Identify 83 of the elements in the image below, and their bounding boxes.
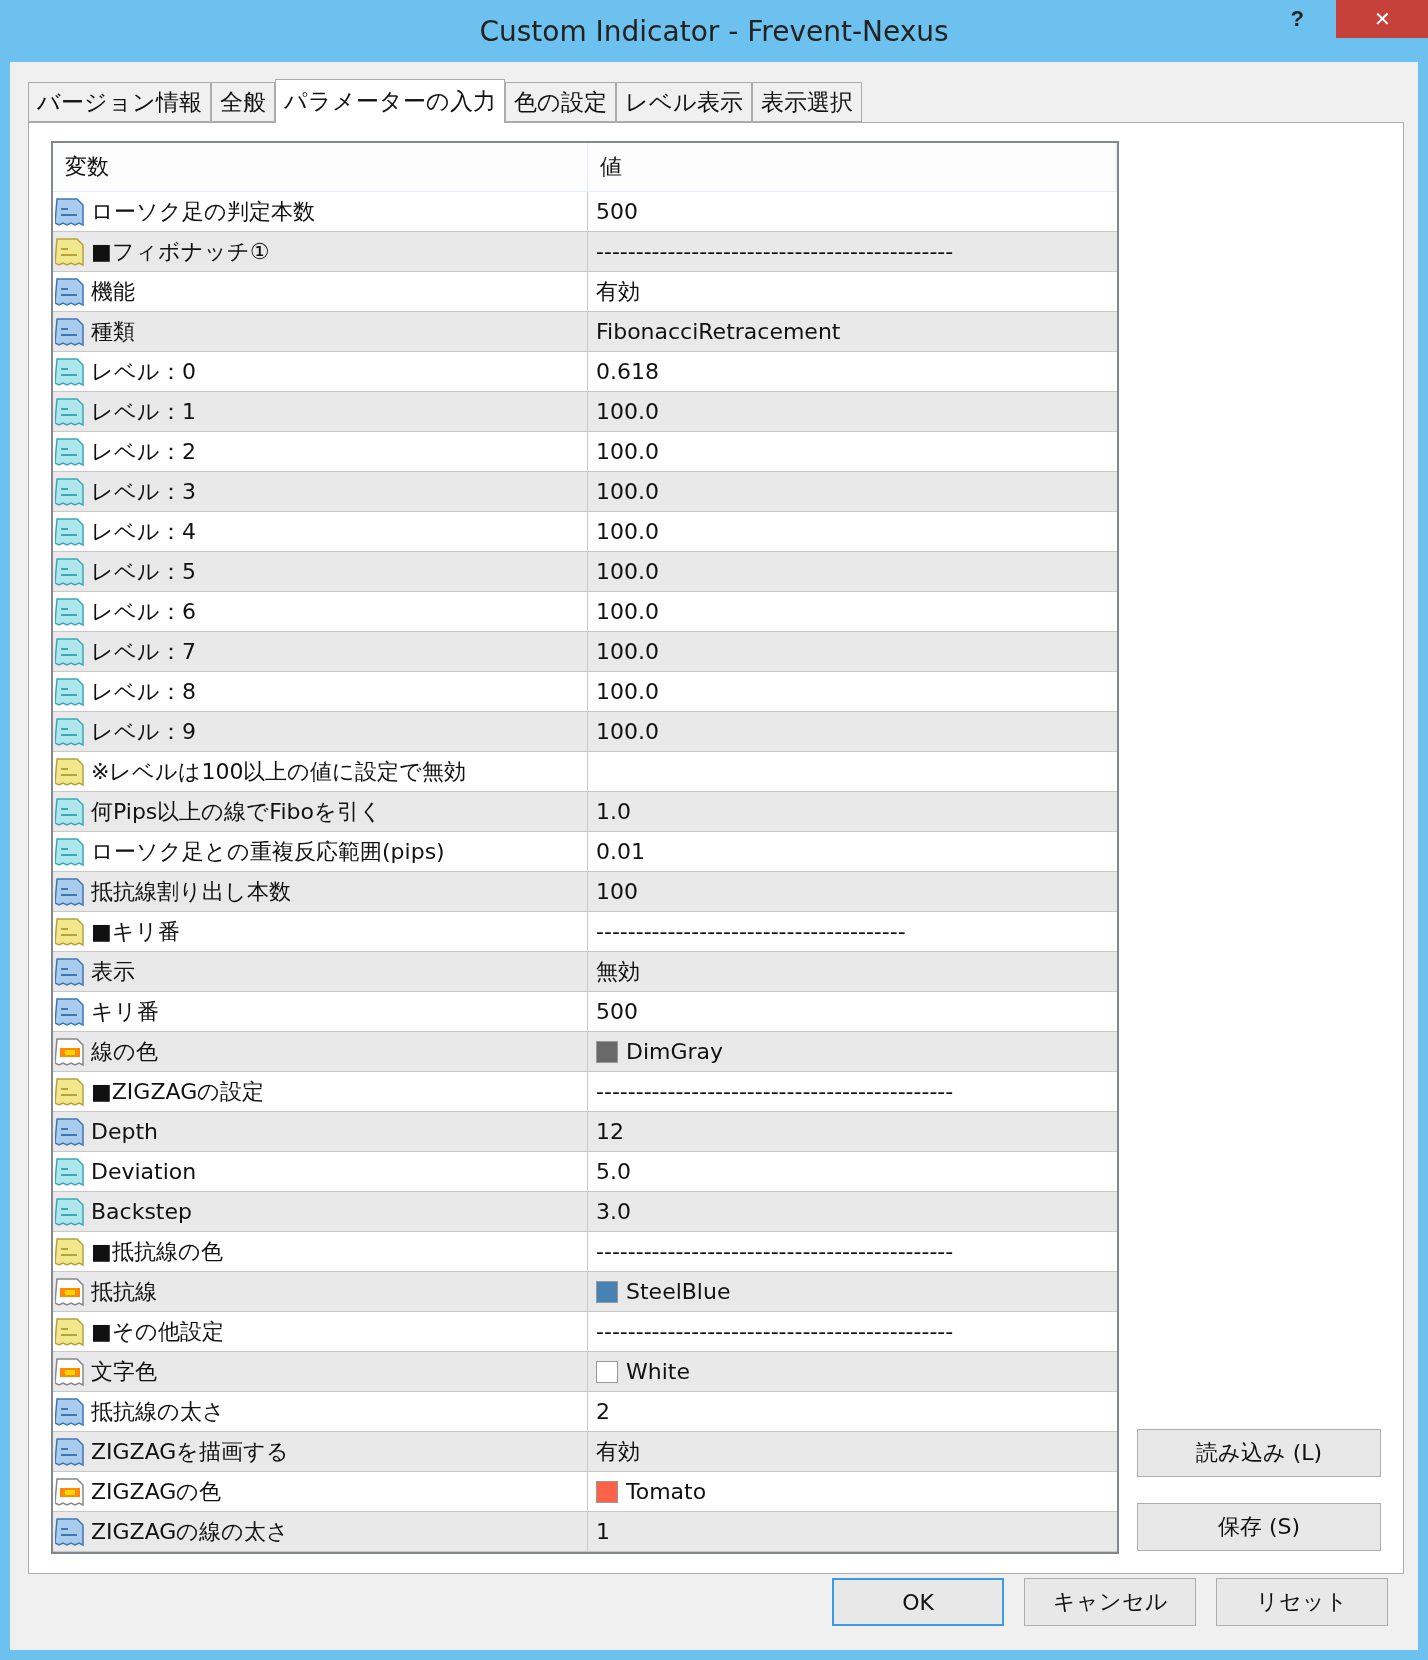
parameter-value[interactable]: FibonacciRetracement — [596, 319, 841, 344]
parameter-value[interactable]: SteelBlue — [626, 1279, 731, 1304]
parameter-name: ■フィボナッチ① — [91, 237, 270, 266]
parameter-value[interactable]: 12 — [596, 1119, 624, 1144]
parameter-value[interactable]: 500 — [596, 199, 638, 224]
parameter-name: レベル：2 — [91, 437, 196, 466]
parameter-value[interactable]: 0.618 — [596, 359, 659, 384]
tab[interactable]: パラメーターの入力 — [275, 79, 505, 123]
parameter-value[interactable]: --------------------------------------------- — [596, 239, 954, 264]
load-button[interactable]: 読み込み (L) — [1137, 1429, 1381, 1477]
parameter-value[interactable]: 100 — [596, 879, 638, 904]
parameter-name: 文字色 — [91, 1357, 157, 1386]
parameter-value[interactable]: 100.0 — [596, 599, 659, 624]
window-title: Custom Indicator - Frevent-Nexus — [479, 14, 949, 48]
parameter-name: レベル：3 — [91, 477, 196, 506]
dialog-button[interactable]: OK — [832, 1578, 1004, 1626]
parameter-value[interactable]: Tomato — [626, 1479, 707, 1504]
help-button[interactable]: ? — [1284, 6, 1310, 32]
parameter-name: 抵抗線 — [91, 1277, 157, 1306]
parameter-name: ■抵抗線の色 — [91, 1237, 223, 1266]
parameter-value[interactable]: 100.0 — [596, 639, 659, 664]
parameter-value[interactable]: 100.0 — [596, 559, 659, 584]
parameter-value[interactable]: 100.0 — [596, 439, 659, 464]
parameter-value[interactable]: 100.0 — [596, 399, 659, 424]
parameter-value[interactable]: --------------------------------------- — [596, 919, 906, 944]
parameter-name: ■ZIGZAGの設定 — [91, 1077, 265, 1106]
column-header[interactable]: 値 — [588, 143, 1117, 191]
parameter-name: Backstep — [91, 1199, 192, 1224]
parameter-value[interactable]: --------------------------------------------- — [596, 1079, 954, 1104]
parameter-value[interactable]: 1 — [596, 1519, 610, 1544]
parameter-value[interactable]: 3.0 — [596, 1199, 631, 1224]
parameter-name: ■キリ番 — [91, 917, 180, 946]
parameter-value[interactable]: 500 — [596, 999, 638, 1024]
tab[interactable]: 表示選択 — [752, 82, 862, 122]
parameter-name: 機能 — [91, 277, 135, 306]
dialog-button[interactable]: リセット — [1216, 1578, 1388, 1626]
parameter-name: 何Pips以上の線でFiboを引く — [91, 797, 382, 826]
parameter-value[interactable]: 有効 — [596, 1436, 640, 1467]
parameter-name: レベル：5 — [91, 557, 196, 586]
tab[interactable]: バージョン情報 — [28, 82, 211, 122]
column-header[interactable]: 変数 — [53, 143, 588, 191]
parameter-name: レベル：8 — [91, 677, 196, 706]
tab[interactable]: 全般 — [211, 82, 275, 122]
parameter-name: 線の色 — [91, 1037, 158, 1066]
parameter-name: Depth — [91, 1119, 158, 1144]
parameter-name: レベル：4 — [91, 517, 196, 546]
parameter-name: 表示 — [91, 957, 135, 986]
parameter-value[interactable]: 無効 — [596, 956, 640, 987]
parameter-name: レベル：1 — [91, 397, 196, 426]
parameter-value[interactable]: --------------------------------------------- — [596, 1319, 954, 1344]
parameter-name: 抵抗線の太さ — [91, 1397, 225, 1426]
close-button[interactable]: ✕ — [1336, 0, 1428, 38]
parameter-value[interactable]: 有効 — [596, 276, 640, 307]
parameter-name: レベル：7 — [91, 637, 196, 666]
parameter-name: ZIGZAGの色 — [91, 1477, 222, 1506]
parameter-value[interactable]: 100.0 — [596, 679, 659, 704]
parameter-name: Deviation — [91, 1159, 197, 1184]
parameter-value[interactable]: 100.0 — [596, 479, 659, 504]
parameter-name: 抵抗線割り出し本数 — [91, 877, 291, 906]
parameter-name: キリ番 — [91, 997, 159, 1026]
parameter-value[interactable]: White — [626, 1359, 690, 1384]
parameter-value[interactable]: 100.0 — [596, 519, 659, 544]
parameter-value[interactable]: 5.0 — [596, 1159, 631, 1184]
tab[interactable]: レベル表示 — [616, 82, 752, 122]
parameter-value[interactable]: DimGray — [626, 1039, 724, 1064]
parameter-value[interactable]: 2 — [596, 1399, 610, 1424]
parameter-value[interactable]: 1.0 — [596, 799, 631, 824]
parameter-name: ※レベルは100以上の値に設定で無効 — [91, 757, 467, 786]
parameter-name: ZIGZAGを描画する — [91, 1437, 290, 1466]
parameter-value[interactable]: 100.0 — [596, 719, 659, 744]
parameter-value[interactable]: --------------------------------------------- — [596, 1239, 954, 1264]
save-button[interactable]: 保存 (S) — [1137, 1503, 1381, 1551]
parameter-name: 種類 — [91, 317, 135, 346]
parameter-name: ローソク足との重複反応範囲(pips) — [91, 837, 445, 866]
dialog-button[interactable]: キャンセル — [1024, 1578, 1196, 1626]
parameter-name: ZIGZAGの線の太さ — [91, 1517, 290, 1546]
parameter-name: ■その他設定 — [91, 1317, 224, 1346]
tab[interactable]: 色の設定 — [505, 82, 616, 122]
parameter-name: レベル：9 — [91, 717, 196, 746]
parameter-value[interactable]: 0.01 — [596, 839, 645, 864]
parameter-name: レベル：6 — [91, 597, 196, 626]
parameter-name: ローソク足の判定本数 — [91, 197, 315, 226]
parameter-name: レベル：0 — [91, 357, 196, 386]
